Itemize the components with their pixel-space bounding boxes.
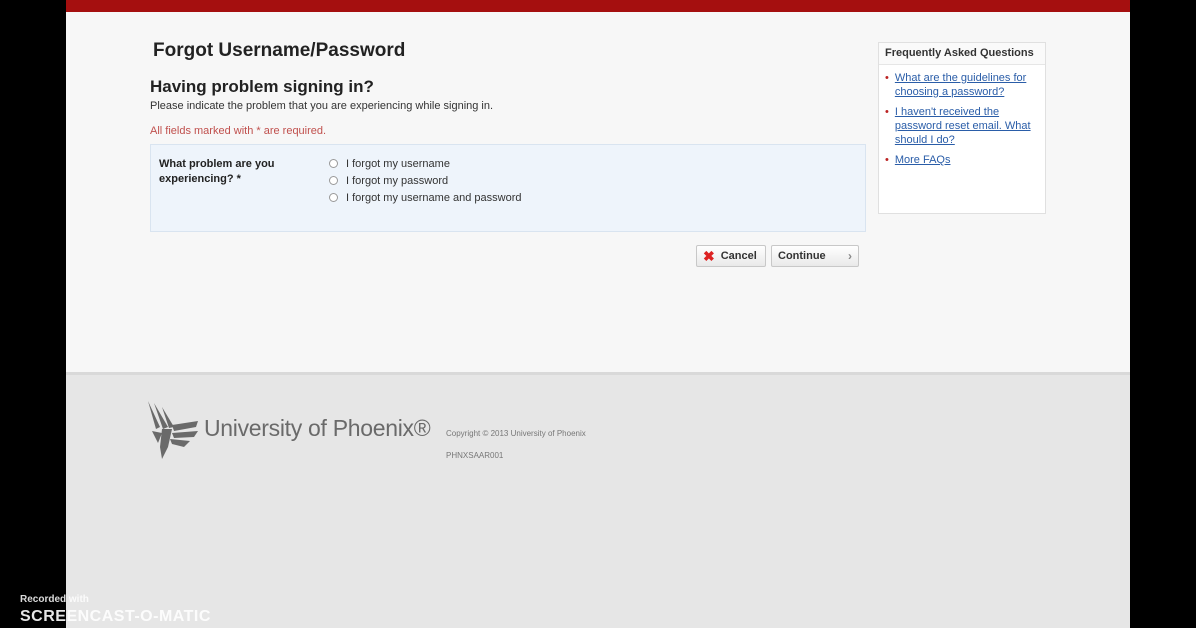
chevron-right-icon: › xyxy=(848,249,852,263)
watermark-caption: Recorded with xyxy=(20,594,89,605)
bullet-icon: • xyxy=(885,106,889,118)
radio-forgot-username[interactable] xyxy=(329,159,338,168)
option-forgot-password[interactable]: I forgot my password xyxy=(329,172,521,189)
radio-forgot-both[interactable] xyxy=(329,193,338,202)
radio-forgot-password[interactable] xyxy=(329,176,338,185)
problem-options: I forgot my username I forgot my passwor… xyxy=(329,155,521,206)
instruction-text: Please indicate the problem that you are… xyxy=(150,100,494,112)
option-forgot-both[interactable]: I forgot my username and password xyxy=(329,189,521,206)
cancel-button[interactable]: ✖ Cancel xyxy=(696,245,766,267)
footer: University of Phoenix® Copyright © 2013 … xyxy=(66,372,1130,628)
page-subtitle: Having problem signing in? xyxy=(150,77,374,96)
watermark-logo: SCREENCAST-O-MATIC xyxy=(20,608,211,625)
faq-link-more-faqs[interactable]: More FAQs xyxy=(895,153,951,167)
phoenix-logo-icon xyxy=(148,401,198,459)
cancel-label: Cancel xyxy=(720,250,757,262)
continue-label: Continue xyxy=(778,250,826,262)
option-label: I forgot my username xyxy=(346,157,450,170)
copyright-text: Copyright © 2013 University of Phoenix xyxy=(446,429,586,438)
faq-list: • What are the guidelines for choosing a… xyxy=(879,65,1045,167)
required-note: All fields marked with * are required. xyxy=(150,125,327,137)
option-label: I forgot my password xyxy=(346,174,449,187)
faq-link-password-guidelines[interactable]: What are the guidelines for choosing a p… xyxy=(895,71,1039,99)
page-title: Forgot Username/Password xyxy=(153,40,406,61)
problem-question-label: What problem are you experiencing? * xyxy=(159,158,275,185)
faq-header: Frequently Asked Questions xyxy=(879,43,1045,65)
brand-name: University of Phoenix® xyxy=(204,415,431,441)
bullet-icon: • xyxy=(885,154,889,166)
page-code: PHNXSAAR001 xyxy=(446,451,504,460)
continue-button[interactable]: Continue › xyxy=(771,245,859,267)
option-forgot-username[interactable]: I forgot my username xyxy=(329,155,521,172)
faq-panel: Frequently Asked Questions • What are th… xyxy=(878,42,1046,214)
problem-question-box: What problem are you experiencing? * I f… xyxy=(150,144,866,232)
bullet-icon: • xyxy=(885,72,889,84)
faq-item: • I haven't received the password reset … xyxy=(885,105,1039,147)
option-label: I forgot my username and password xyxy=(346,191,522,204)
header-bar xyxy=(66,0,1130,12)
main-content: Forgot Username/Password Having problem … xyxy=(66,12,1130,372)
page: Forgot Username/Password Having problem … xyxy=(66,0,1130,628)
faq-link-reset-email[interactable]: I haven't received the password reset em… xyxy=(895,105,1039,147)
faq-item: • More FAQs xyxy=(885,153,1039,167)
close-icon: ✖ xyxy=(703,248,715,264)
faq-item: • What are the guidelines for choosing a… xyxy=(885,71,1039,99)
